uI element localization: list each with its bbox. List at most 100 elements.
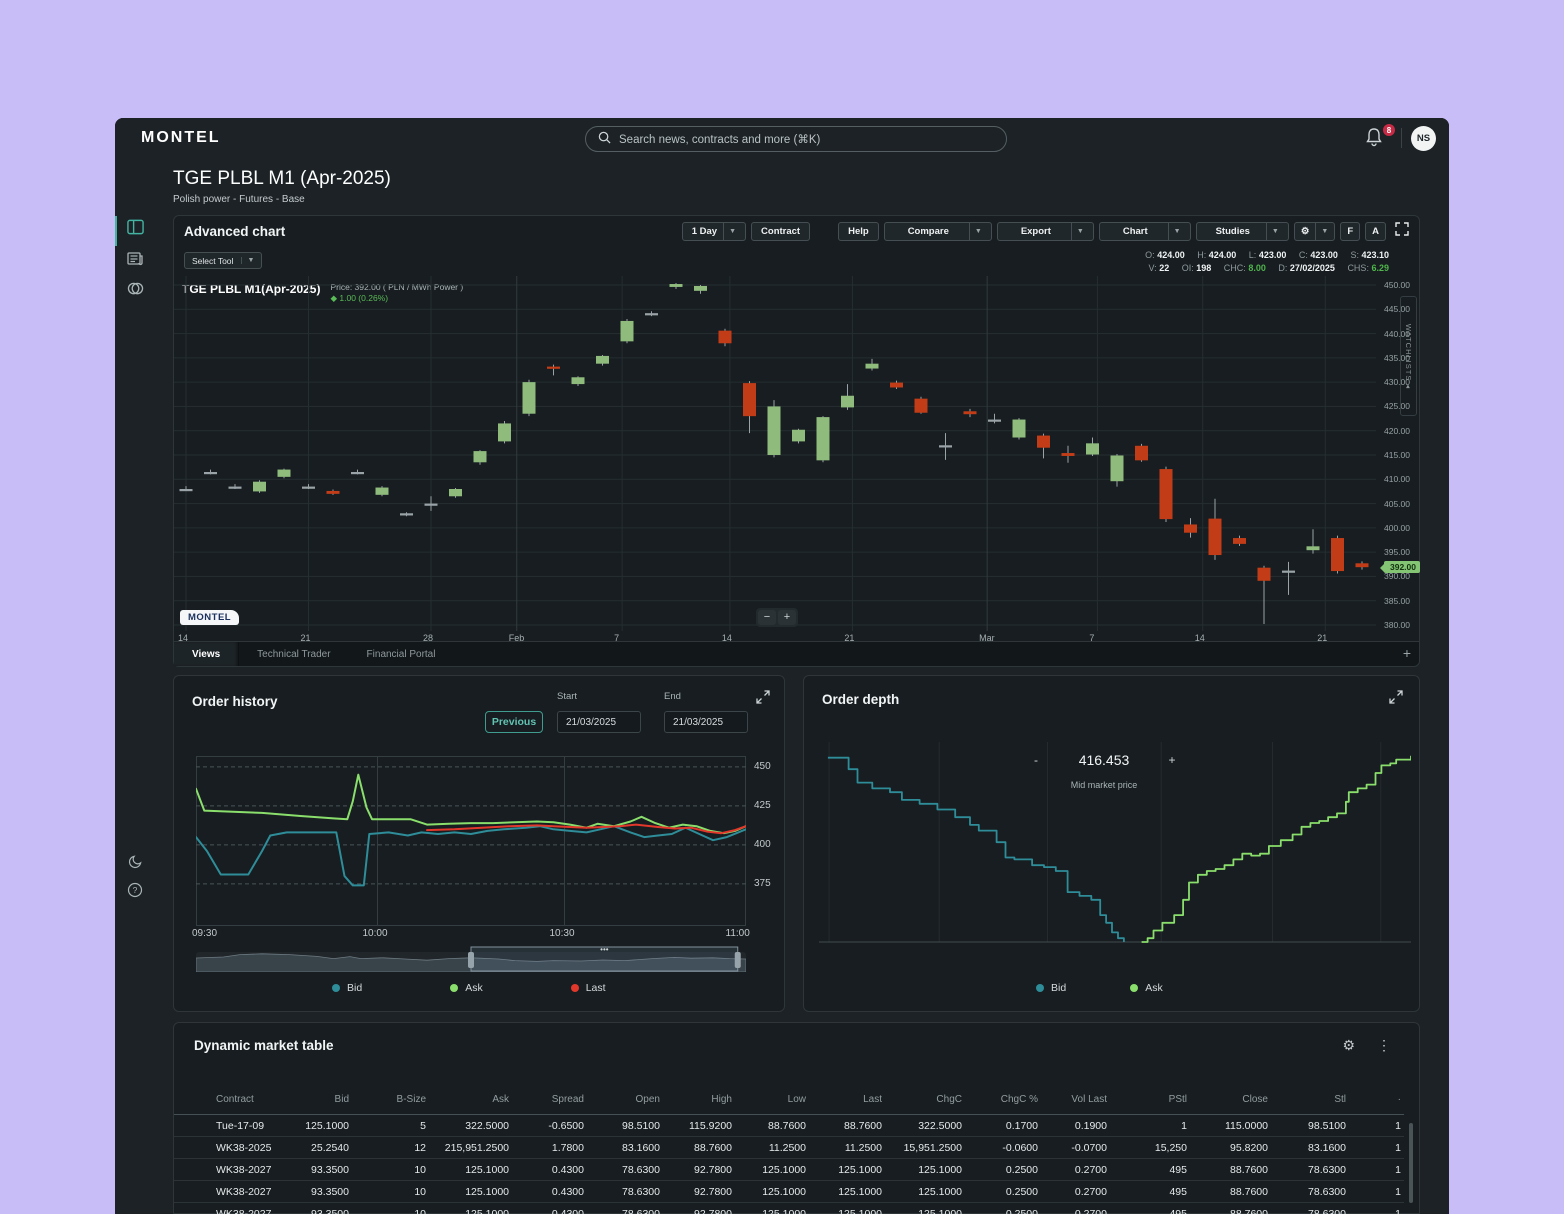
column-header[interactable]: B-Size (343, 1085, 426, 1114)
table-cell: 495 (1106, 1181, 1187, 1202)
order-depth-legend: Bid Ask (1036, 982, 1163, 994)
table-cell: 215,951.2500 (434, 1137, 509, 1158)
zoom-in-button[interactable]: + (778, 610, 796, 625)
mid-plus-button[interactable]: + (1165, 753, 1179, 767)
tab-financial-portal[interactable]: Financial Portal (349, 642, 454, 666)
column-header[interactable]: Spread (508, 1085, 584, 1114)
end-date-input[interactable]: 21/03/2025 (664, 711, 748, 733)
table-cell: 10 (343, 1159, 426, 1180)
column-header[interactable]: Stl (1291, 1085, 1346, 1114)
column-header[interactable]: Ask (434, 1085, 509, 1114)
table-cell: 1 (1371, 1203, 1401, 1214)
avatar[interactable]: NS (1411, 126, 1436, 151)
table-cell: 495 (1106, 1203, 1187, 1214)
table-row[interactable]: WK38-202793.350010125.10000.430078.63009… (174, 1181, 1404, 1203)
contract-button[interactable]: Contract (751, 222, 810, 241)
table-cell: 78.6300 (1291, 1159, 1346, 1180)
column-header[interactable]: Vol Last (1027, 1085, 1107, 1114)
column-header[interactable]: · (1371, 1085, 1401, 1114)
add-tab-button[interactable]: + (1403, 645, 1411, 661)
mid-market-control: - 416.453 + Mid market price (1029, 752, 1179, 790)
candlestick-chart[interactable] (174, 276, 1376, 631)
table-cell: 1 (1371, 1115, 1401, 1136)
previous-button[interactable]: Previous (485, 711, 543, 733)
chart-type-dropdown[interactable]: Chart▼ (1099, 222, 1191, 241)
chevron-down-icon: ▼ (1168, 223, 1181, 240)
table-cell: -0.0700 (1027, 1137, 1107, 1158)
table-settings-button[interactable]: ⚙ (1342, 1037, 1355, 1054)
table-cell: 95.8200 (1190, 1137, 1268, 1158)
settings-dropdown[interactable]: ⚙▼ (1294, 222, 1335, 241)
table-row[interactable]: WK38-202793.350010125.10000.430078.63009… (174, 1203, 1404, 1214)
yaxis-tick: 425 (754, 800, 771, 811)
notifications-button[interactable]: 8 (1365, 127, 1391, 151)
table-row[interactable]: Tue-17-09125.10005322.5000-0.650098.5100… (174, 1115, 1404, 1137)
column-header[interactable]: Close (1190, 1085, 1268, 1114)
range-navigator[interactable]: ••• (196, 946, 746, 972)
table-cell: 125.1000 (802, 1159, 882, 1180)
table-cell: 88.7600 (1190, 1181, 1268, 1202)
fullscreen-button[interactable] (1395, 222, 1409, 241)
table-cell: 125.1000 (730, 1159, 806, 1180)
table-cell: 92.7800 (658, 1203, 732, 1214)
a-button[interactable]: A (1365, 222, 1386, 241)
table-cell: 10 (343, 1203, 426, 1214)
market-table: ContractBidB-SizeAskSpreadOpenHighLowLas… (174, 1085, 1404, 1214)
newspaper-icon (127, 251, 143, 271)
chart-toolbar: 1 Day▼ Contract Help Compare▼ Export▼ Ch… (682, 222, 1409, 241)
order-history-legend: Bid Ask Last (332, 982, 606, 994)
order-history-title: Order history (192, 694, 278, 709)
table-cell: 78.6300 (588, 1181, 660, 1202)
tab-views[interactable]: Views (174, 642, 239, 666)
dark-mode-toggle[interactable] (124, 853, 146, 875)
column-header[interactable]: Bid (272, 1085, 349, 1114)
chevron-down-icon: ▼ (241, 257, 254, 264)
column-header[interactable]: Last (802, 1085, 882, 1114)
bid-dot (332, 984, 340, 992)
sidebar-item-markets[interactable] (124, 280, 146, 302)
table-row[interactable]: WK38-202793.350010125.10000.430078.63009… (174, 1159, 1404, 1181)
column-header[interactable]: High (658, 1085, 732, 1114)
table-cell: 15,951.2500 (886, 1137, 962, 1158)
help-chart-button[interactable]: Help (838, 222, 879, 241)
market-table-panel: Dynamic market table ⚙ ⋮ ContractBidB-Si… (173, 1022, 1420, 1214)
column-header[interactable]: Low (730, 1085, 806, 1114)
sidebar-item-news[interactable] (124, 250, 146, 272)
table-cell: 495 (1106, 1159, 1187, 1180)
table-row[interactable]: WK38-202525.254012215,951.25001.780083.1… (174, 1137, 1404, 1159)
table-cell: 1 (1371, 1181, 1401, 1202)
table-header-row: ContractBidB-SizeAskSpreadOpenHighLowLas… (174, 1085, 1404, 1115)
watchlists-tab[interactable]: WATCHLISTS ◂ (1400, 296, 1417, 416)
table-cell: 125.1000 (730, 1203, 806, 1214)
period-dropdown[interactable]: 1 Day▼ (682, 222, 746, 241)
studies-dropdown[interactable]: Studies▼ (1196, 222, 1289, 241)
table-scrollbar[interactable] (1409, 1123, 1413, 1203)
order-history-chart[interactable] (196, 756, 746, 926)
chevron-down-icon: ▼ (1315, 223, 1328, 240)
table-menu-button[interactable]: ⋮ (1377, 1037, 1391, 1054)
table-cell: 88.7600 (658, 1137, 732, 1158)
table-cell: 0.4300 (508, 1181, 584, 1202)
help-button[interactable]: ? (124, 881, 146, 903)
expand-button[interactable] (756, 690, 770, 709)
tab-technical-trader[interactable]: Technical Trader (239, 642, 348, 666)
mid-market-price: 416.453 (1079, 752, 1130, 768)
compare-dropdown[interactable]: Compare▼ (884, 222, 992, 241)
column-header[interactable]: Open (588, 1085, 660, 1114)
column-header[interactable]: ChgC (886, 1085, 962, 1114)
start-date-input[interactable]: 21/03/2025 (557, 711, 641, 733)
f-button[interactable]: F (1340, 222, 1360, 241)
last-price-tag: 392.00 (1384, 561, 1420, 573)
export-dropdown[interactable]: Export▼ (997, 222, 1094, 241)
zoom-out-button[interactable]: − (758, 610, 776, 625)
select-tool-dropdown[interactable]: Select Tool▼ (184, 252, 262, 269)
table-cell: 1 (1371, 1159, 1401, 1180)
table-cell: 125.1000 (272, 1115, 349, 1136)
sidebar-item-dashboard[interactable] (124, 218, 146, 240)
mid-minus-button[interactable]: - (1029, 753, 1043, 767)
table-cell: 10 (343, 1181, 426, 1202)
table-cell: 0.1900 (1027, 1115, 1107, 1136)
expand-button[interactable] (1389, 690, 1403, 709)
column-header[interactable]: PStl (1106, 1085, 1187, 1114)
search-input[interactable]: Search news, contracts and more (⌘K) (585, 126, 1007, 152)
